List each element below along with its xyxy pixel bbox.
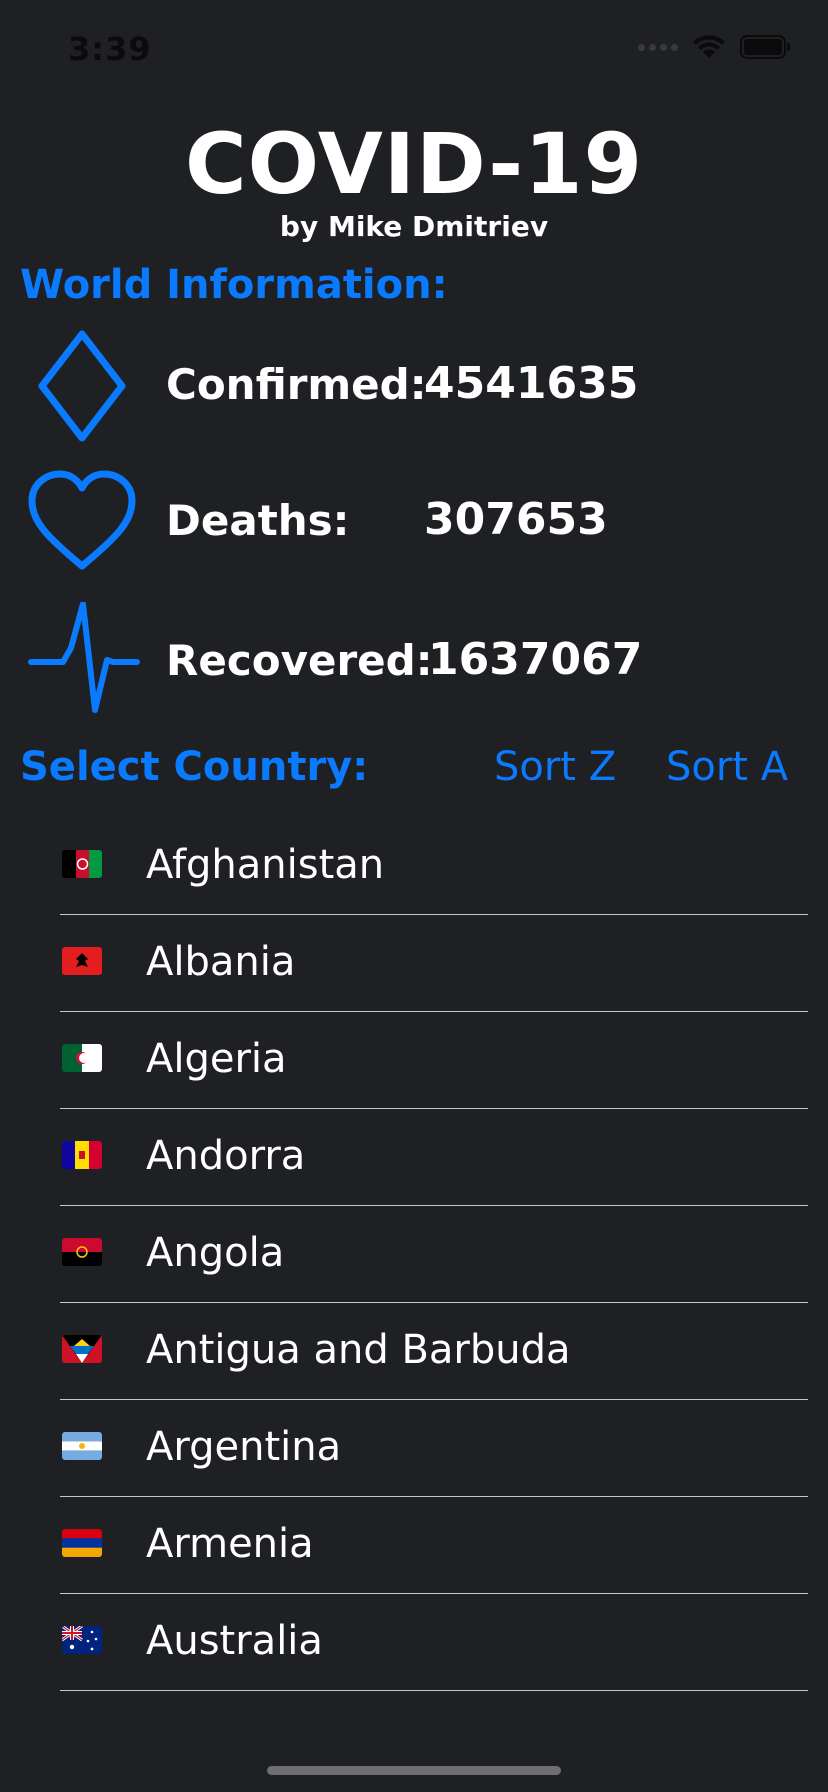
sort-z-button[interactable]: Sort Z bbox=[494, 744, 616, 790]
status-bar: 3:39 bbox=[0, 0, 828, 100]
sort-a-button[interactable]: Sort A bbox=[666, 744, 788, 790]
country-row[interactable]: Andorra bbox=[0, 1109, 828, 1206]
app-subtitle: by Mike Dmitriev bbox=[279, 210, 549, 243]
country-row[interactable]: Armenia bbox=[0, 1497, 828, 1594]
country-row[interactable]: Angola bbox=[0, 1206, 828, 1303]
country-name: Albania bbox=[146, 939, 296, 985]
armenia-flag-icon bbox=[62, 1529, 102, 1557]
country-row[interactable]: Afghanistan bbox=[0, 818, 828, 915]
argentina-flag-icon bbox=[62, 1432, 102, 1460]
country-name: Armenia bbox=[146, 1521, 314, 1567]
country-name: Australia bbox=[146, 1618, 323, 1664]
status-icons bbox=[638, 34, 792, 60]
country-row[interactable]: Argentina bbox=[0, 1400, 828, 1497]
country-name: Afghanistan bbox=[146, 842, 385, 888]
stat-label: Confirmed: bbox=[166, 360, 427, 409]
battery-icon bbox=[740, 35, 790, 59]
stat-recovered: Recovered: 1637067 bbox=[0, 602, 828, 713]
stat-value: 1637067 bbox=[428, 634, 643, 685]
country-list[interactable]: Afghanistan Albania Algeria Andorra Ango… bbox=[0, 818, 828, 1691]
cellular-signal-icon bbox=[638, 43, 678, 51]
select-country-heading: Select Country: bbox=[20, 744, 369, 790]
algeria-flag-icon bbox=[62, 1044, 102, 1072]
home-indicator[interactable] bbox=[267, 1766, 561, 1775]
albania-flag-icon bbox=[62, 947, 102, 975]
heartbeat-icon bbox=[28, 602, 140, 713]
country-row[interactable]: Antigua and Barbuda bbox=[0, 1303, 828, 1400]
country-row[interactable]: Albania bbox=[0, 915, 828, 1012]
world-info-heading: World Information: bbox=[20, 262, 448, 308]
status-time: 3:39 bbox=[68, 30, 152, 68]
country-name: Angola bbox=[146, 1230, 285, 1276]
australia-flag-icon bbox=[62, 1626, 102, 1654]
andorra-flag-icon bbox=[62, 1141, 102, 1169]
app-title: COVID-19 bbox=[184, 115, 644, 213]
wifi-icon bbox=[693, 35, 725, 58]
afghanistan-flag-icon bbox=[62, 850, 102, 878]
stat-label: Recovered: bbox=[166, 636, 433, 685]
country-name: Algeria bbox=[146, 1036, 287, 1082]
country-name: Antigua and Barbuda bbox=[146, 1327, 571, 1373]
stat-deaths: Deaths: 307653 bbox=[0, 466, 828, 570]
heart-icon bbox=[28, 470, 136, 570]
antigua-and-barbuda-flag-icon bbox=[62, 1335, 102, 1363]
stat-label: Deaths: bbox=[166, 496, 350, 545]
diamond-icon bbox=[38, 330, 126, 442]
country-name: Andorra bbox=[146, 1133, 306, 1179]
angola-flag-icon bbox=[62, 1238, 102, 1266]
country-row[interactable]: Australia bbox=[0, 1594, 828, 1691]
stat-confirmed: Confirmed: 4541635 bbox=[0, 330, 828, 442]
stat-value: 4541635 bbox=[424, 358, 639, 409]
country-name: Argentina bbox=[146, 1424, 342, 1470]
row-divider bbox=[60, 1689, 808, 1691]
stat-value: 307653 bbox=[424, 494, 608, 545]
country-row[interactable]: Algeria bbox=[0, 1012, 828, 1109]
